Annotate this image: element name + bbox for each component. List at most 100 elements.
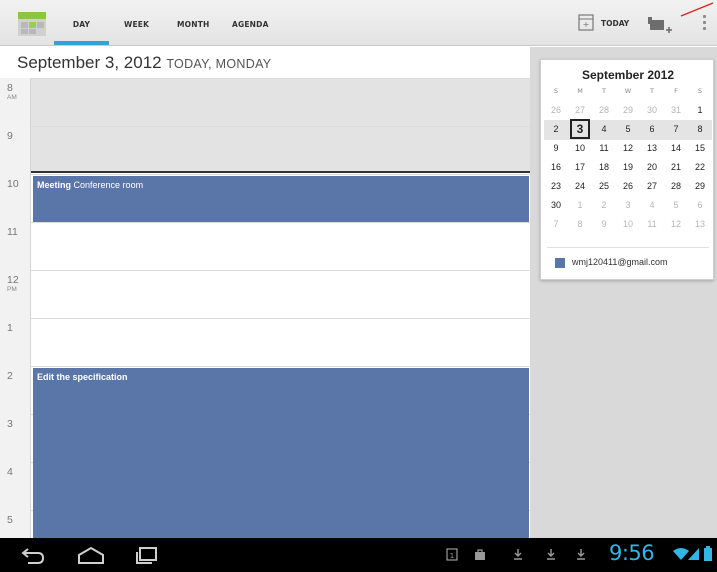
mini-calendar-day[interactable]: 10: [568, 138, 592, 158]
mini-calendar-day[interactable]: 6: [640, 119, 664, 139]
mini-calendar-day[interactable]: 12: [664, 214, 688, 233]
mini-calendar-day[interactable]: 19: [616, 157, 640, 177]
hour-label: 10: [7, 178, 19, 190]
hour-label: 1: [7, 322, 13, 334]
mini-calendar-day[interactable]: 23: [544, 176, 568, 196]
mini-calendar-day[interactable]: 1: [568, 195, 592, 215]
weekday-label: T: [650, 87, 654, 95]
mini-calendar-day[interactable]: 2: [544, 119, 568, 139]
mini-calendar-day[interactable]: 31: [664, 100, 688, 120]
mini-calendar-day[interactable]: 8: [688, 119, 712, 139]
weekday-label: S: [697, 87, 703, 95]
mini-calendar-day[interactable]: 14: [664, 138, 688, 158]
mini-calendar-day[interactable]: 26: [544, 100, 568, 120]
mini-calendar-day[interactable]: 1: [688, 100, 712, 120]
new-event-icon[interactable]: [646, 12, 674, 38]
mini-calendar-day[interactable]: 25: [592, 176, 616, 196]
weekday-header: S M T W T F S: [544, 87, 712, 97]
mini-calendar-day[interactable]: 15: [688, 138, 712, 158]
mini-calendar-day[interactable]: 30: [640, 100, 664, 120]
event-meeting[interactable]: Meeting Conference room: [33, 176, 529, 222]
mini-calendar-day[interactable]: 17: [568, 157, 592, 177]
tab-day[interactable]: DAY: [54, 0, 109, 46]
mini-calendar-day[interactable]: 13: [640, 138, 664, 158]
action-bar: DAY WEEK MONTH AGENDA TODAY: [0, 0, 717, 46]
hour-label: 5: [7, 514, 13, 526]
weekday-label: M: [577, 87, 583, 95]
hour-label: 12 PM: [7, 274, 19, 294]
mini-calendar-day[interactable]: 5: [664, 195, 688, 215]
page-title: September 3, 2012 TODAY, MONDAY: [17, 53, 271, 73]
mini-calendar-day[interactable]: 20: [640, 157, 664, 177]
hour-label: 3: [7, 418, 13, 430]
mini-calendar-title[interactable]: September 2012: [541, 68, 715, 82]
mini-calendar-day[interactable]: 6: [688, 195, 712, 215]
calendar-notification-icon: 1: [446, 548, 458, 561]
account-color-swatch: [555, 258, 565, 268]
mini-calendar-day[interactable]: 12: [616, 138, 640, 158]
event-title: Meeting: [37, 180, 72, 190]
tab-month[interactable]: MONTH: [177, 0, 210, 46]
mini-calendar-day[interactable]: 2: [592, 195, 616, 215]
hour-label: 11: [7, 226, 18, 238]
hour-row[interactable]: [31, 270, 530, 318]
tab-day-indicator: [54, 41, 109, 45]
hour-row[interactable]: [31, 222, 530, 270]
day-grid[interactable]: 8 AM 9 10 11 12 PM 1 2 3 4 5 Meeting Confe…: [0, 78, 530, 538]
status-clock: 9:56: [609, 541, 655, 565]
back-icon[interactable]: [20, 544, 46, 566]
mini-calendar-day[interactable]: 13: [688, 214, 712, 233]
mini-calendar-day[interactable]: 4: [592, 119, 616, 139]
mini-calendar-day[interactable]: 29: [616, 100, 640, 120]
account-email: wmj120411@gmail.com: [572, 257, 668, 267]
download-icon: [547, 549, 555, 560]
mini-calendar-day[interactable]: 28: [592, 100, 616, 120]
mini-calendar-day[interactable]: 3: [616, 195, 640, 215]
mini-calendar-day[interactable]: 27: [640, 176, 664, 196]
mini-calendar-day[interactable]: 7: [544, 214, 568, 233]
mini-calendar-day[interactable]: 10: [616, 214, 640, 233]
mini-calendar-day[interactable]: 30: [544, 195, 568, 215]
weekday-label: S: [553, 87, 559, 95]
mini-calendar-day[interactable]: 11: [640, 214, 664, 233]
mini-calendar-day[interactable]: 27: [568, 100, 592, 120]
mini-calendar-day[interactable]: 24: [568, 176, 592, 196]
mini-calendar-day[interactable]: 5: [616, 119, 640, 139]
mini-calendar-day[interactable]: 4: [640, 195, 664, 215]
mini-calendar-day-today[interactable]: 3: [570, 119, 590, 139]
event-edit-specification[interactable]: Edit the specification: [33, 368, 529, 538]
overflow-menu-icon[interactable]: [698, 12, 710, 38]
today-button-label: TODAY: [601, 19, 630, 28]
mini-calendar-day[interactable]: 9: [592, 214, 616, 233]
date-subtitle: TODAY, MONDAY: [166, 57, 272, 71]
bag-notification-icon: [475, 549, 485, 560]
mini-calendar-day[interactable]: 16: [544, 157, 568, 177]
mini-calendar-day[interactable]: 11: [592, 138, 616, 158]
hour-row[interactable]: [31, 126, 530, 174]
mini-calendar-day[interactable]: 22: [688, 157, 712, 177]
hour-label: 4: [7, 466, 13, 478]
system-bar: 1 9:56: [0, 538, 717, 572]
mini-calendar-day[interactable]: 28: [664, 176, 688, 196]
mini-calendar-day[interactable]: 7: [664, 119, 688, 139]
mini-calendar-day[interactable]: 18: [592, 157, 616, 177]
mini-calendar-day[interactable]: 21: [664, 157, 688, 177]
hour-row[interactable]: [31, 78, 530, 126]
download-icon: [514, 549, 522, 560]
mini-calendar-day[interactable]: 26: [616, 176, 640, 196]
weekday-label: T: [602, 87, 606, 95]
tab-agenda[interactable]: AGENDA: [232, 0, 269, 46]
hour-row[interactable]: [31, 318, 530, 366]
download-icon: [577, 549, 585, 560]
mini-calendar-day[interactable]: 29: [688, 176, 712, 196]
recent-apps-icon[interactable]: [134, 544, 160, 566]
mini-calendar-day[interactable]: 8: [568, 214, 592, 233]
today-button[interactable]: TODAY: [574, 10, 634, 36]
current-time-line: [31, 171, 530, 173]
calendar-app-icon[interactable]: [17, 9, 47, 37]
home-icon[interactable]: [76, 544, 106, 566]
event-location: Conference room: [73, 180, 144, 190]
mini-calendar-day[interactable]: 9: [544, 138, 568, 158]
event-title: Edit the specification: [37, 372, 128, 382]
tab-week[interactable]: WEEK: [124, 0, 149, 46]
